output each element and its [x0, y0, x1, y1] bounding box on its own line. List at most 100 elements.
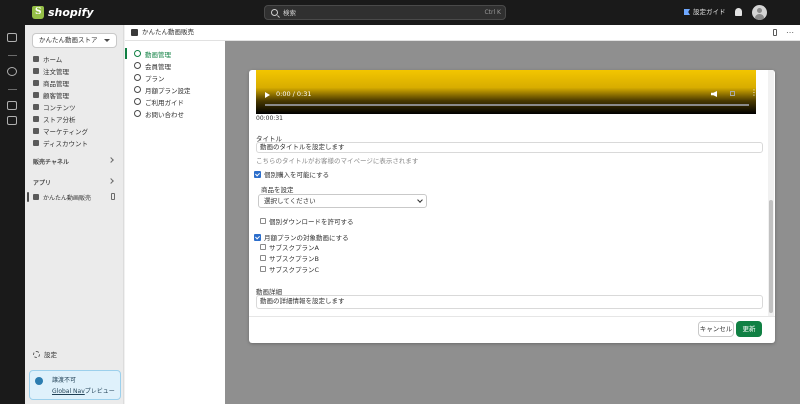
allow-download-checkbox[interactable]: 個別ダウンロードを許可する	[260, 216, 354, 226]
checkbox-unchecked-icon	[260, 266, 266, 272]
gear-icon	[33, 350, 40, 358]
subnav-item-videos[interactable]: 動画管理	[125, 48, 225, 59]
checkbox-unchecked-icon	[260, 244, 266, 250]
detail-textarea[interactable]: 動画の詳細情報を設定します	[256, 295, 763, 309]
video-progress-bar[interactable]	[265, 104, 749, 106]
sidebar-item-home[interactable]: ホーム	[33, 53, 119, 64]
title-input[interactable]: 動画のタイトルを設定します	[256, 142, 763, 153]
pin-icon[interactable]	[773, 29, 777, 36]
sidebar-item-label: ストア分析	[43, 115, 76, 124]
apps-icon[interactable]	[7, 101, 17, 110]
pin-icon[interactable]	[111, 193, 115, 200]
target-icon	[33, 127, 39, 134]
setup-guide-button[interactable]: 設定ガイド	[684, 6, 726, 18]
gear-icon	[134, 86, 141, 93]
update-button[interactable]: 更新	[736, 321, 762, 337]
network-icon[interactable]	[7, 67, 17, 76]
chevron-right-icon	[108, 157, 114, 163]
video-player[interactable]: 0:00 / 0:31 ⋮	[256, 70, 758, 114]
banner-title: 譲渡不可	[52, 377, 77, 384]
modal-scrollbar[interactable]	[768, 70, 774, 316]
sidebar-item-label: 注文管理	[43, 67, 69, 76]
sales-channels-heading[interactable]: 販売チャネル	[33, 157, 119, 166]
sales-channels-label: 販売チャネル	[33, 159, 69, 166]
subnav-item-plans[interactable]: プラン	[125, 72, 225, 83]
gear-icon	[134, 50, 141, 57]
sidebar-item-label: 設定	[44, 351, 57, 359]
gear-icon	[134, 74, 141, 81]
checkbox-unchecked-icon	[260, 218, 266, 224]
subnav-item-contact[interactable]: お問い合わせ	[125, 108, 225, 119]
sidebar-item-products[interactable]: 商品管理	[33, 77, 119, 88]
more-vertical-icon[interactable]: ⋮	[750, 88, 758, 97]
video-time: 0:00 / 0:31	[276, 90, 312, 98]
app-subnav: 動画管理 会員管理 プラン 月額プラン設定 ご利用ガイド お問い合わせ	[125, 41, 225, 404]
individual-purchase-checkbox[interactable]: 個別購入を可能にする	[254, 169, 329, 179]
rail-divider	[8, 55, 17, 56]
subnav-label: ご利用ガイド	[145, 98, 184, 107]
video-edit-modal: 0:00 / 0:31 ⋮ 00:00:31 タイトル 動画のタイトルを設定しま…	[249, 70, 775, 343]
avatar[interactable]	[752, 5, 767, 20]
search-bar[interactable]: 検索 Ctrl K	[264, 5, 506, 20]
plan-c-checkbox[interactable]: サブスクプランC	[260, 264, 319, 274]
sidebar-item-label: 商品管理	[43, 79, 69, 88]
banner-link[interactable]: Global Nav	[52, 388, 85, 395]
gear-icon	[134, 110, 141, 117]
subnav-item-guide[interactable]: ご利用ガイド	[125, 96, 225, 107]
product-select[interactable]: 選択してください	[258, 194, 427, 208]
sidebar-item-label: ホーム	[43, 55, 63, 64]
sidebar-item-label: ディスカウント	[43, 139, 89, 148]
apps-heading[interactable]: アプリ	[33, 178, 119, 187]
sidebar-item-marketing[interactable]: マーケティング	[33, 125, 119, 136]
sidebar-item-discounts[interactable]: ディスカウント	[33, 137, 119, 148]
search-shortcut: Ctrl K	[484, 9, 501, 16]
monthly-plan-checkbox[interactable]: 月額プランの対象動画にする	[254, 232, 349, 242]
play-icon[interactable]	[265, 92, 270, 98]
bell-icon[interactable]	[735, 8, 742, 16]
sidebar-item-label: 顧客管理	[43, 91, 69, 100]
sidebar-item-orders[interactable]: 注文管理	[33, 65, 119, 76]
fullscreen-icon[interactable]	[730, 91, 735, 96]
video-duration: 00:00:31	[256, 115, 283, 122]
cancel-button[interactable]: キャンセル	[698, 321, 734, 337]
tag-icon	[33, 79, 39, 86]
app-icon	[33, 194, 39, 200]
search-icon	[271, 9, 278, 16]
subnav-item-members[interactable]: 会員管理	[125, 60, 225, 71]
volume-icon[interactable]	[711, 91, 717, 97]
checkbox-label: サブスクプランC	[269, 266, 320, 274]
app-title: かんたん動画販売	[142, 28, 194, 36]
setup-guide-label: 設定ガイド	[693, 8, 726, 16]
search-placeholder: 検索	[283, 9, 296, 17]
subnav-label: お問い合わせ	[145, 110, 184, 119]
app-rail	[0, 25, 25, 404]
sidebar-item-settings[interactable]: 設定	[33, 349, 57, 359]
shop-icon[interactable]	[7, 116, 17, 125]
plan-b-checkbox[interactable]: サブスクプランB	[260, 253, 319, 263]
store-icon[interactable]	[7, 33, 17, 42]
subnav-label: プラン	[145, 74, 165, 83]
sidebar-item-app[interactable]: かんたん動画販売	[25, 191, 123, 203]
title-help-text: こちらのタイトルがお客様のマイページに表示されます	[256, 157, 419, 165]
checkbox-checked-icon	[254, 170, 261, 178]
sidebar-item-customers[interactable]: 顧客管理	[33, 89, 119, 100]
checkbox-unchecked-icon	[260, 255, 266, 261]
app-logo-icon	[131, 29, 138, 36]
chart-icon	[33, 115, 39, 122]
gear-icon	[134, 98, 141, 105]
shopify-bag-icon	[32, 6, 44, 19]
banner-suffix: プレビュー	[84, 388, 115, 395]
person-icon	[33, 91, 39, 98]
more-icon[interactable]: ⋯	[786, 28, 794, 37]
scrollbar-thumb[interactable]	[769, 200, 773, 313]
subnav-item-monthly-plan[interactable]: 月額プラン設定	[125, 84, 225, 95]
flag-icon	[684, 9, 690, 15]
home-icon	[33, 55, 39, 62]
checkbox-label: 個別購入を可能にする	[264, 171, 330, 179]
sidebar-item-analytics[interactable]: ストア分析	[33, 113, 119, 124]
plan-a-checkbox[interactable]: サブスクプランA	[260, 242, 319, 252]
store-selector[interactable]: かんたん動画ストア	[32, 33, 117, 48]
sidebar-item-content[interactable]: コンテンツ	[33, 101, 119, 112]
checkbox-checked-icon	[254, 233, 261, 241]
shopify-logo[interactable]: shopify	[32, 5, 94, 20]
